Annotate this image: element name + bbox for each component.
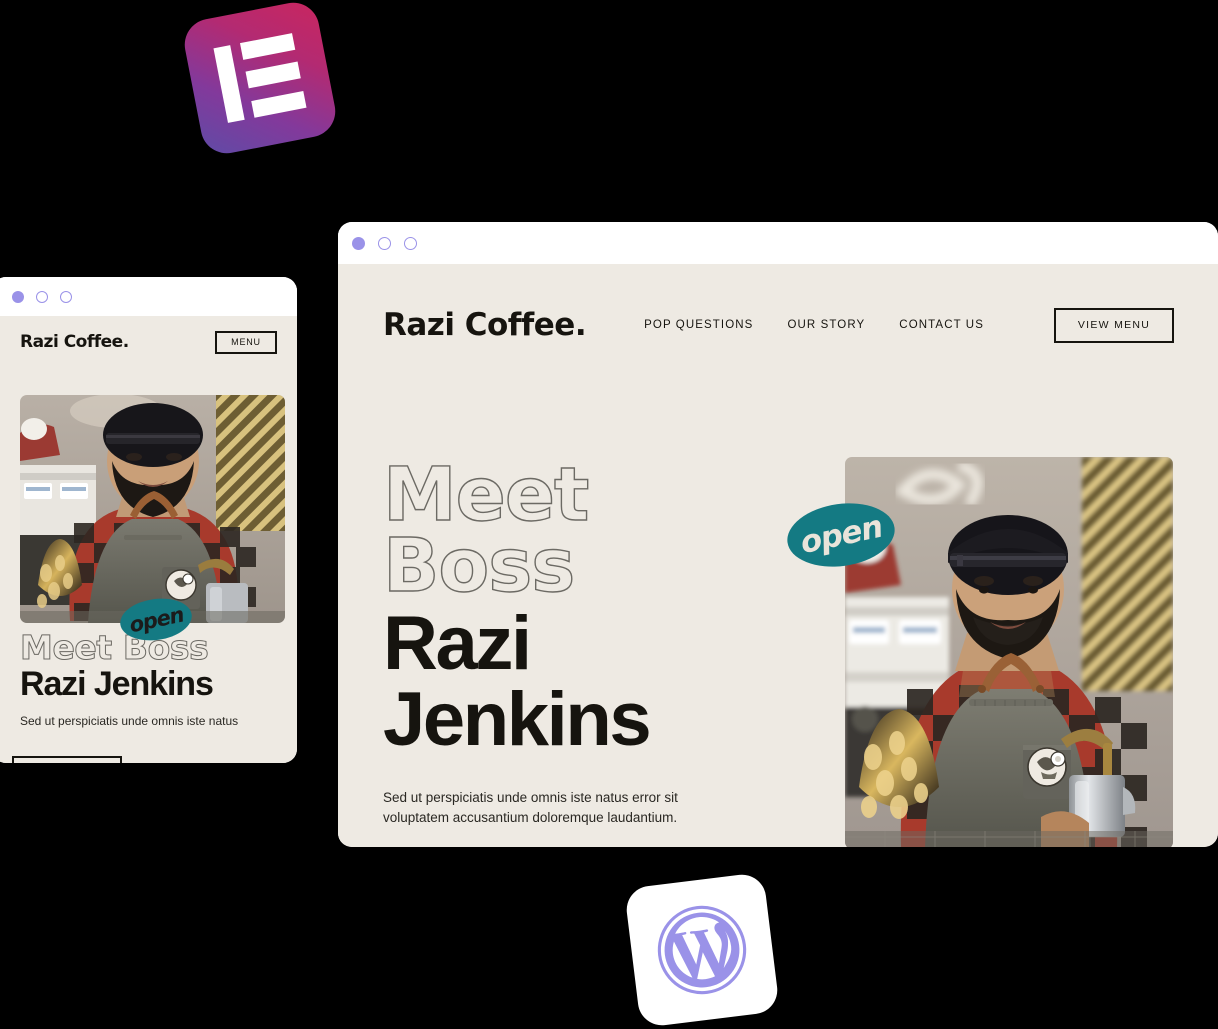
desktop-browser-window: Razi Coffee. POP QUESTIONS OUR STORY CON… xyxy=(338,222,1218,847)
desktop-page-body: Razi Coffee. POP QUESTIONS OUR STORY CON… xyxy=(338,264,1218,847)
mobile-hero-paragraph: Sed ut perspiciatis unde omnis iste natu… xyxy=(20,713,239,728)
mobile-menu-button[interactable]: MENU xyxy=(215,330,277,354)
nav-link-our-story[interactable]: OUR STORY xyxy=(787,319,865,331)
window-dot-minimize[interactable] xyxy=(36,290,48,303)
desktop-hero-paragraph: Sed ut perspiciatis unde omnis iste natu… xyxy=(383,790,678,825)
mobile-hero-text-block: Meet Boss Razi Jenkins Sed ut perspiciat… xyxy=(12,631,280,763)
mobile-hero-photo xyxy=(20,395,285,623)
desktop-brand-logo[interactable]: Razi Coffee. xyxy=(383,307,587,343)
elementor-vertical-bar xyxy=(213,45,245,123)
mobile-brand-logo[interactable]: Razi Coffee. xyxy=(20,332,129,352)
mobile-site-header: Razi Coffee. MENU xyxy=(0,316,297,368)
mobile-open-badge-label: open xyxy=(126,602,186,637)
barista-photo-art xyxy=(845,457,1173,847)
elementor-logo-icon xyxy=(180,0,340,158)
nav-link-pop-questions[interactable]: POP QUESTIONS xyxy=(644,319,753,331)
desktop-window-chrome xyxy=(338,222,1218,264)
mobile-headline-solid: Razi Jenkins xyxy=(20,664,214,703)
elementor-horizontal-bar-1 xyxy=(239,33,296,60)
barista-photo-art xyxy=(20,395,285,623)
mobile-browser-window: Razi Coffee. MENU open Meet Boss Razi Je… xyxy=(0,277,297,763)
mobile-view-menu-button[interactable]: VIEW MENU xyxy=(12,756,122,763)
window-dot-maximize[interactable] xyxy=(60,290,72,303)
desktop-hero-text-block: Meet Boss Razi Jenkins Sed ut perspiciat… xyxy=(382,452,803,847)
desktop-open-badge-label: open xyxy=(796,508,886,562)
window-dot-maximize[interactable] xyxy=(404,236,417,250)
desktop-headline-outline: Meet Boss xyxy=(382,452,590,610)
header-view-menu-button[interactable]: VIEW MENU xyxy=(1054,307,1174,343)
desktop-site-header: Razi Coffee. POP QUESTIONS OUR STORY CON… xyxy=(338,264,1218,386)
composition-stage: Razi Coffee. MENU open Meet Boss Razi Je… xyxy=(0,0,1218,1029)
elementor-horizontal-bar-2 xyxy=(245,61,301,89)
desktop-headline-solid: Razi Jenkins xyxy=(383,601,652,763)
window-dot-close[interactable] xyxy=(352,236,365,250)
window-dot-minimize[interactable] xyxy=(378,236,391,250)
wordpress-logo-icon xyxy=(623,871,781,1029)
elementor-horizontal-bar-3 xyxy=(251,90,307,118)
desktop-hero-photo xyxy=(845,457,1173,847)
nav-link-contact-us[interactable]: CONTACT US xyxy=(899,319,984,331)
mobile-page-body: Razi Coffee. MENU open Meet Boss Razi Je… xyxy=(0,316,297,763)
primary-navigation: POP QUESTIONS OUR STORY CONTACT US VIEW … xyxy=(644,307,1174,343)
window-dot-close[interactable] xyxy=(12,290,24,303)
mobile-window-chrome xyxy=(0,277,297,316)
